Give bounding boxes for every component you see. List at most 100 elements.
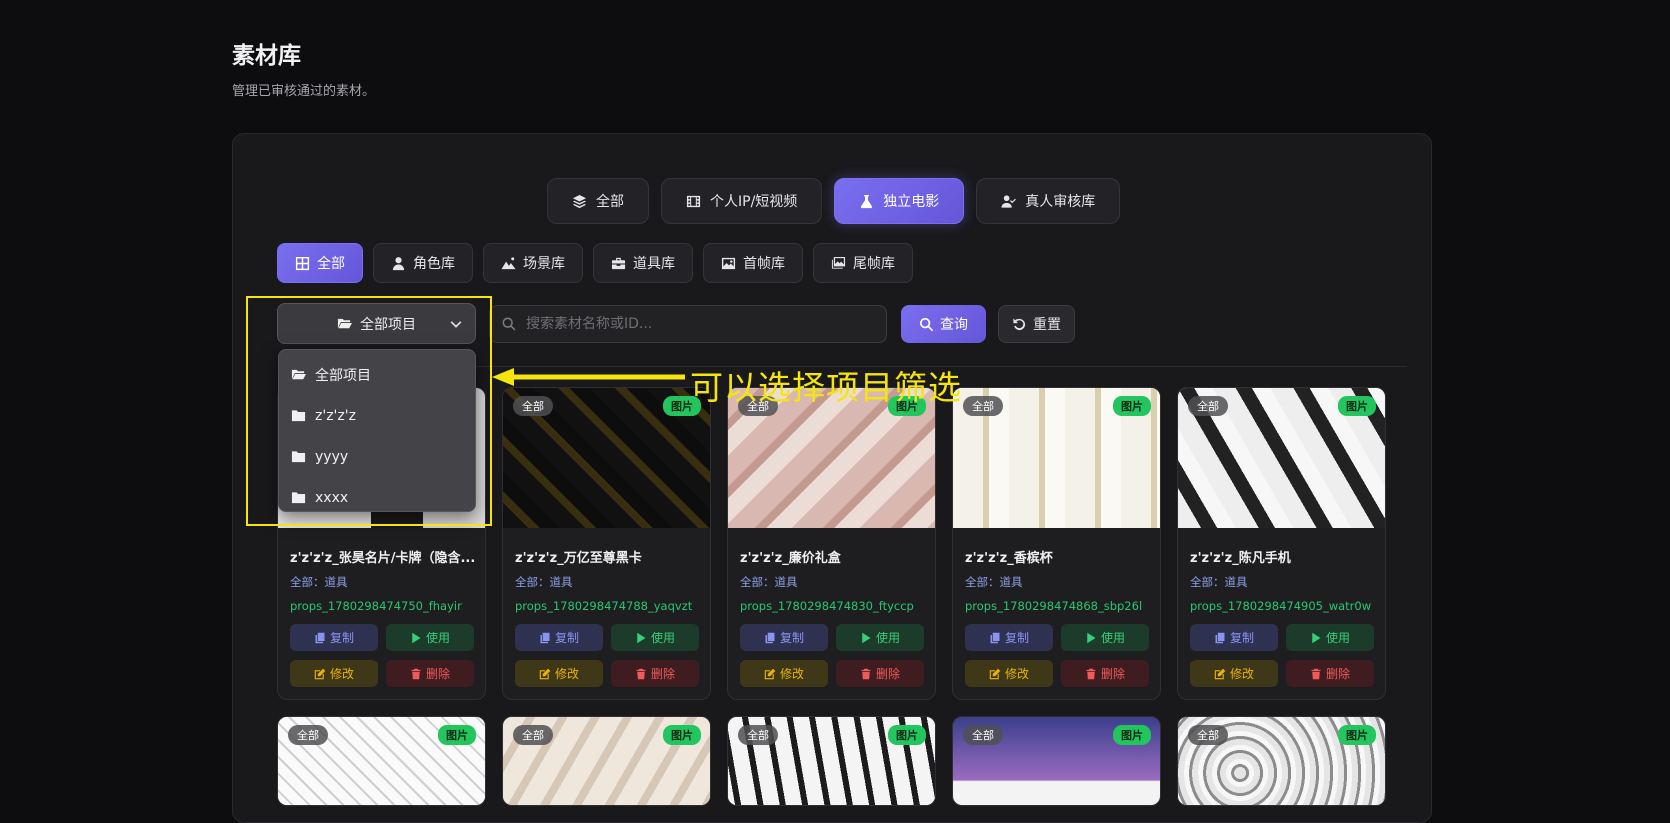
copy-button[interactable]: 复制 [1190,624,1278,651]
tab-character-library[interactable]: 角色库 [373,243,473,283]
trash-icon [636,668,646,679]
dropdown-item-label: yyyy [315,448,349,465]
tab-human-review[interactable]: 真人审核库 [976,178,1121,224]
edit-label: 修改 [1229,667,1254,681]
use-button[interactable]: 使用 [611,624,699,651]
use-label: 使用 [425,631,450,645]
use-button[interactable]: 使用 [836,624,924,651]
dropdown-item-label: xxxx [315,489,349,506]
dropdown-item-label: 全部项目 [315,367,371,384]
mountain-icon [501,256,516,271]
folder-open-icon [337,316,352,331]
use-button[interactable]: 使用 [386,624,474,651]
use-button[interactable]: 使用 [1061,624,1149,651]
delete-button[interactable]: 删除 [1061,660,1149,687]
tab-personal-ip[interactable]: 个人IP/短视频 [661,178,823,224]
tab-indie-film[interactable]: 独立电影 [834,178,965,224]
copy-button[interactable]: 复制 [290,624,378,651]
scope-badge: 全部 [963,725,1003,745]
edit-label: 修改 [1004,667,1029,681]
grid-icon [295,256,310,271]
edit-icon [989,668,1001,679]
trash-icon [1311,668,1321,679]
reset-label: 重置 [1033,317,1061,333]
copy-label: 复制 [554,631,579,645]
asset-thumbnail: 全部 图片 [1178,717,1385,805]
dropdown-item-project[interactable]: xxxx [279,477,475,518]
tab-last-frame-library[interactable]: 尾帧库 [813,243,913,283]
asset-card[interactable]: 全部 图片 [502,716,711,806]
tab-scene-library[interactable]: 场景库 [483,243,583,283]
asset-card[interactable]: 全部 图片 [952,716,1161,806]
asset-card[interactable]: 全部 图片 z'z'z'z_陈凡手机 全部：道具 props_178029847… [1177,387,1386,700]
search-input[interactable] [526,316,866,332]
asset-name: z'z'z'z_张昊名片/卡牌（隐含... [290,551,476,566]
asset-thumbnail: 全部 图片 [503,717,710,805]
copy-button[interactable]: 复制 [965,624,1053,651]
annotation-arrow [492,368,685,386]
delete-button[interactable]: 删除 [386,660,474,687]
flask-icon [859,194,874,209]
delete-button[interactable]: 删除 [836,660,924,687]
tab-label: 全部 [317,256,345,272]
delete-label: 删除 [650,667,675,681]
tab-all-categories[interactable]: 全部 [547,178,649,224]
asset-category: 全部：道具 [965,575,1023,589]
user-check-icon [1001,194,1017,209]
use-button[interactable]: 使用 [1286,624,1374,651]
edit-button[interactable]: 修改 [1190,660,1278,687]
asset-name: z'z'z'z_香槟杯 [965,551,1053,566]
scope-badge: 全部 [288,725,328,745]
asset-id: props_1780298474868_sbp26l [965,599,1143,613]
play-icon [412,632,421,643]
dropdown-item-project[interactable]: z'z'z'z [279,395,475,436]
edit-icon [539,668,551,679]
user-icon [391,256,406,271]
reset-button[interactable]: 重置 [998,305,1075,343]
edit-button[interactable]: 修改 [515,660,603,687]
tab-type-all[interactable]: 全部 [277,243,363,283]
asset-card[interactable]: 全部 图片 [727,716,936,806]
copy-button[interactable]: 复制 [515,624,603,651]
asset-id: props_1780298474830_ftyccp [740,599,914,613]
asset-category: 全部：道具 [290,575,348,589]
asset-card[interactable]: 全部 图片 z'z'z'z_廉价礼盒 全部：道具 props_178029847… [727,387,936,700]
dropdown-item-all-projects[interactable]: 全部项目 [279,354,475,395]
dropdown-item-project[interactable]: yyyy [279,436,475,477]
tab-label: 独立电影 [883,194,940,210]
asset-card[interactable]: 全部 图片 [277,716,486,806]
page-title: 素材库 [232,43,301,69]
folder-open-icon [291,367,306,382]
asset-card[interactable]: 全部 图片 [1177,716,1386,806]
edit-button[interactable]: 修改 [965,660,1053,687]
images-icon [831,256,846,271]
asset-id: props_1780298474750_fhayir [290,599,462,613]
edit-icon [764,668,776,679]
tab-props-library[interactable]: 道具库 [593,243,693,283]
asset-thumbnail: 全部 图片 [728,388,935,528]
image-type-badge: 图片 [438,725,476,745]
copy-label: 复制 [779,631,804,645]
folder-icon [291,449,306,464]
asset-card[interactable]: 全部 图片 z'z'z'z_香槟杯 全部：道具 props_1780298474… [952,387,1161,700]
query-button[interactable]: 查询 [901,305,986,343]
project-select[interactable]: 全部项目 [277,303,476,344]
project-select-value: 全部项目 [360,316,416,333]
search-icon [919,317,934,332]
trash-icon [1086,668,1096,679]
asset-name: z'z'z'z_廉价礼盒 [740,551,841,566]
tab-label: 全部 [596,194,624,210]
edit-button[interactable]: 修改 [290,660,378,687]
delete-label: 删除 [1100,667,1125,681]
copy-button[interactable]: 复制 [740,624,828,651]
tab-first-frame-library[interactable]: 首帧库 [703,243,803,283]
edit-button[interactable]: 修改 [740,660,828,687]
delete-button[interactable]: 删除 [1286,660,1374,687]
toolbox-icon [611,256,626,271]
scope-badge: 全部 [513,396,553,416]
use-label: 使用 [875,631,900,645]
use-label: 使用 [1325,631,1350,645]
trash-icon [861,668,871,679]
asset-card[interactable]: 全部 图片 z'z'z'z_万亿至尊黑卡 全部：道具 props_1780298… [502,387,711,700]
delete-button[interactable]: 删除 [611,660,699,687]
